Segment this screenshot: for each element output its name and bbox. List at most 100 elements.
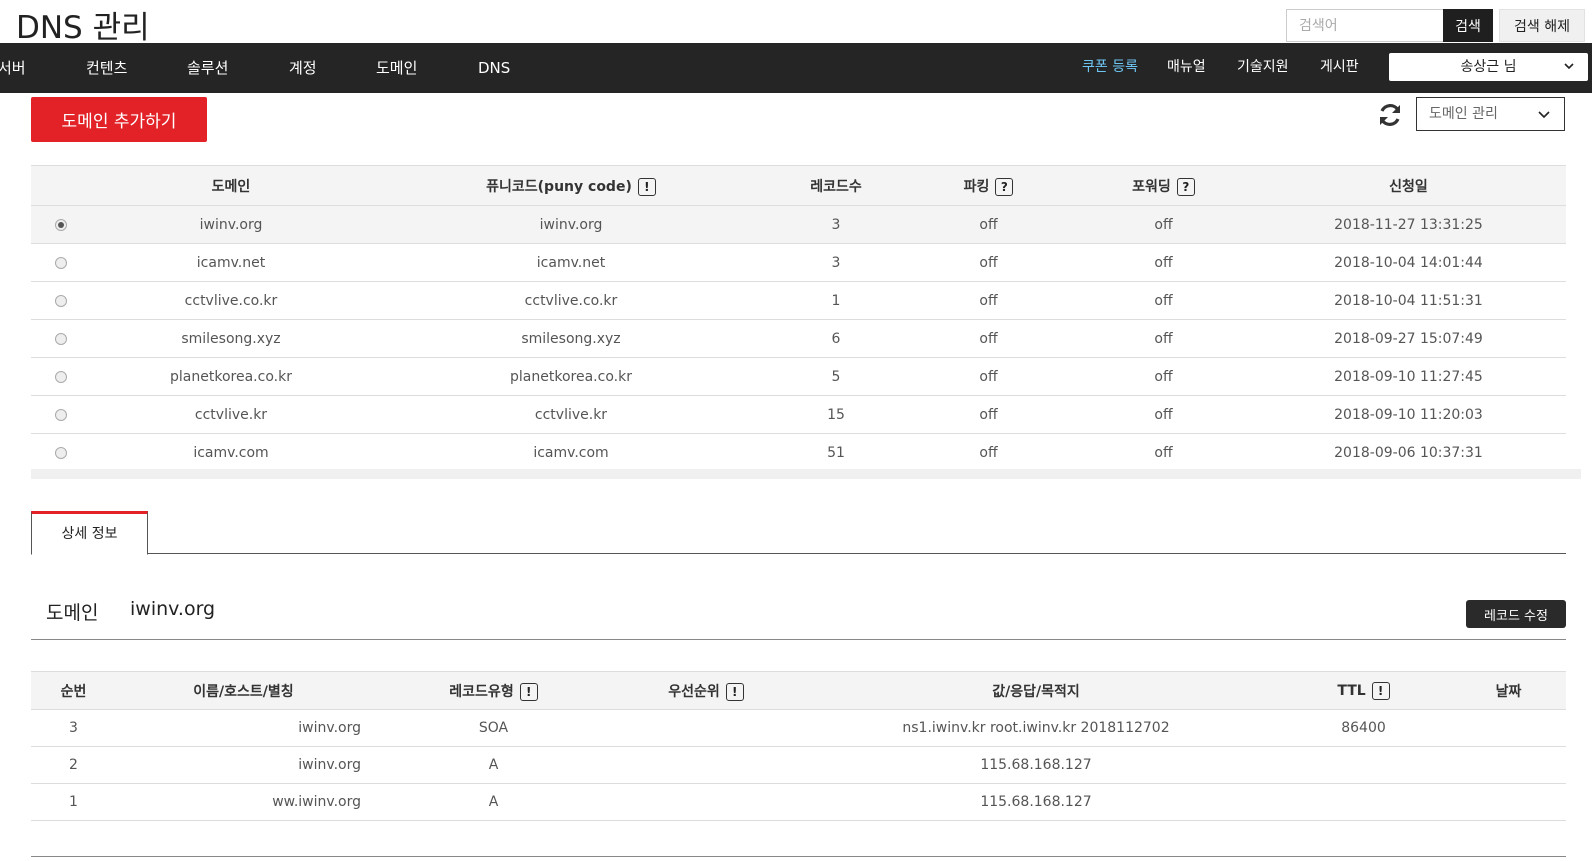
forwarding-toggle[interactable]: off	[1076, 319, 1251, 358]
nav-item-domain[interactable]: 도메인	[376, 43, 417, 93]
record-no-cell: 3	[31, 709, 116, 747]
forwarding-toggle[interactable]: off	[1076, 281, 1251, 320]
parking-toggle[interactable]: off	[901, 319, 1076, 358]
detail-domain-value: iwinv.org	[130, 598, 216, 620]
forwarding-toggle[interactable]: off	[1076, 357, 1251, 396]
row-radio[interactable]	[55, 256, 67, 269]
column-header-records[interactable]: 레코드수	[771, 165, 901, 206]
help-icon[interactable]: ?	[1176, 177, 1195, 196]
column-header-value: 값/응답/목적지	[796, 671, 1276, 710]
table-row[interactable]: iwinv.org iwinv.org 3 off off 2018-11-27…	[31, 205, 1566, 244]
user-menu-select[interactable]: 송상근 님	[1389, 53, 1588, 81]
nav-support-link[interactable]: 기술지원	[1237, 43, 1289, 93]
chevron-down-icon	[1564, 63, 1574, 70]
table-row[interactable]: cctvlive.kr cctvlive.kr 15 off off 2018-…	[31, 395, 1566, 434]
record-count-cell: 3	[771, 243, 901, 282]
nav-manual-link[interactable]: 매뉴얼	[1167, 43, 1206, 93]
row-radio[interactable]	[55, 218, 67, 231]
domain-cell: cctvlive.co.kr	[91, 281, 371, 320]
tab-detail-info[interactable]: 상세 정보	[31, 511, 148, 555]
nav-item-account[interactable]: 계정	[289, 43, 317, 93]
info-icon[interactable]: !	[725, 682, 744, 701]
add-domain-button[interactable]: 도메인 추가하기	[31, 97, 207, 142]
column-header-domain[interactable]: 도메인	[91, 165, 371, 206]
help-icon[interactable]: ?	[995, 177, 1014, 196]
table-row[interactable]: cctvlive.co.kr cctvlive.co.kr 1 off off …	[31, 281, 1566, 320]
column-header-type: 레코드유형!	[371, 671, 616, 710]
domain-table-header: 도메인 퓨니코드(puny code)! 레코드수 파킹? 포워딩? 신청일	[31, 165, 1566, 206]
nav-item-contents[interactable]: 컨텐츠	[86, 43, 127, 93]
record-name-cell: iwinv.org	[116, 709, 371, 747]
column-header-name: 이름/호스트/별칭	[116, 671, 371, 710]
table-row[interactable]: icamv.com icamv.com 51 off off 2018-09-0…	[31, 433, 1566, 472]
date-cell: 2018-10-04 14:01:44	[1251, 243, 1566, 282]
info-icon[interactable]: !	[637, 177, 656, 196]
domain-cell: iwinv.org	[91, 205, 371, 244]
table-row[interactable]: planetkorea.co.kr planetkorea.co.kr 5 of…	[31, 357, 1566, 396]
nav-board-link[interactable]: 게시판	[1320, 43, 1359, 93]
column-header-puny: 퓨니코드(puny code)!	[371, 165, 771, 206]
search-input[interactable]	[1286, 9, 1443, 42]
search-reset-button[interactable]: 검색 해제	[1499, 9, 1585, 42]
domain-management-select[interactable]: 도메인 관리	[1416, 97, 1565, 131]
column-header-ttl-label: TTL	[1337, 682, 1366, 699]
detail-tab-bar: 상세 정보	[31, 511, 1566, 555]
record-value-cell: 115.68.168.127	[796, 746, 1276, 784]
record-date-cell	[1451, 746, 1566, 784]
column-header-type-label: 레코드유형	[449, 683, 514, 700]
parking-toggle[interactable]: off	[901, 205, 1076, 244]
record-priority-cell	[616, 783, 796, 821]
search-button[interactable]: 검색	[1443, 9, 1493, 42]
page-title: DNS 관리	[16, 10, 150, 46]
forwarding-toggle[interactable]: off	[1076, 205, 1251, 244]
row-radio[interactable]	[55, 446, 67, 459]
record-count-cell: 6	[771, 319, 901, 358]
nav-coupon-link[interactable]: 쿠폰 등록	[1082, 43, 1138, 93]
record-count-cell: 15	[771, 395, 901, 434]
main-navbar: 서버 컨텐츠 솔루션 계정 도메인 DNS 쿠폰 등록 매뉴얼 기술지원 게시판…	[0, 43, 1592, 93]
column-header-forwarding-label: 포워딩	[1132, 178, 1171, 195]
domain-cell: icamv.net	[91, 243, 371, 282]
horizontal-scrollbar[interactable]	[31, 469, 1581, 479]
row-radio[interactable]	[55, 332, 67, 345]
date-cell: 2018-11-27 13:31:25	[1251, 205, 1566, 244]
refresh-icon[interactable]	[1376, 101, 1404, 129]
column-header-puny-label: 퓨니코드(puny code)	[486, 178, 632, 195]
nav-item-solution[interactable]: 솔루션	[187, 43, 228, 93]
record-priority-cell	[616, 709, 796, 747]
info-icon[interactable]: !	[519, 682, 538, 701]
forwarding-toggle[interactable]: off	[1076, 433, 1251, 472]
table-row[interactable]: icamv.net icamv.net 3 off off 2018-10-04…	[31, 243, 1566, 282]
info-icon[interactable]: !	[1371, 681, 1390, 700]
record-date-cell	[1451, 783, 1566, 821]
divider	[31, 856, 1566, 857]
puny-cell: icamv.net	[371, 243, 771, 282]
parking-toggle[interactable]: off	[901, 357, 1076, 396]
record-value-cell: 115.68.168.127	[796, 783, 1276, 821]
column-header-date[interactable]: 신청일	[1251, 165, 1566, 206]
record-count-cell: 51	[771, 433, 901, 472]
record-table: 순번 이름/호스트/별칭 레코드유형! 우선순위! 값/응답/목적지 TTL! …	[31, 671, 1566, 821]
parking-toggle[interactable]: off	[901, 281, 1076, 320]
record-edit-button[interactable]: 레코드 수정	[1466, 600, 1566, 628]
table-row[interactable]: smilesong.xyz smilesong.xyz 6 off off 20…	[31, 319, 1566, 358]
column-header-ttl: TTL!	[1276, 671, 1451, 710]
record-count-cell: 3	[771, 205, 901, 244]
table-row: 2 iwinv.org A 115.68.168.127	[31, 746, 1566, 784]
puny-cell: cctvlive.co.kr	[371, 281, 771, 320]
row-radio[interactable]	[55, 370, 67, 383]
nav-item-dns[interactable]: DNS	[478, 43, 510, 93]
forwarding-toggle[interactable]: off	[1076, 243, 1251, 282]
row-radio[interactable]	[55, 408, 67, 421]
forwarding-toggle[interactable]: off	[1076, 395, 1251, 434]
row-radio[interactable]	[55, 294, 67, 307]
record-ttl-cell	[1276, 783, 1451, 821]
record-date-cell	[1451, 709, 1566, 747]
column-header-select	[31, 165, 91, 206]
detail-domain-label: 도메인	[46, 602, 99, 624]
parking-toggle[interactable]: off	[901, 243, 1076, 282]
nav-item-server[interactable]: 서버	[0, 43, 26, 93]
parking-toggle[interactable]: off	[901, 395, 1076, 434]
date-cell: 2018-10-04 11:51:31	[1251, 281, 1566, 320]
parking-toggle[interactable]: off	[901, 433, 1076, 472]
